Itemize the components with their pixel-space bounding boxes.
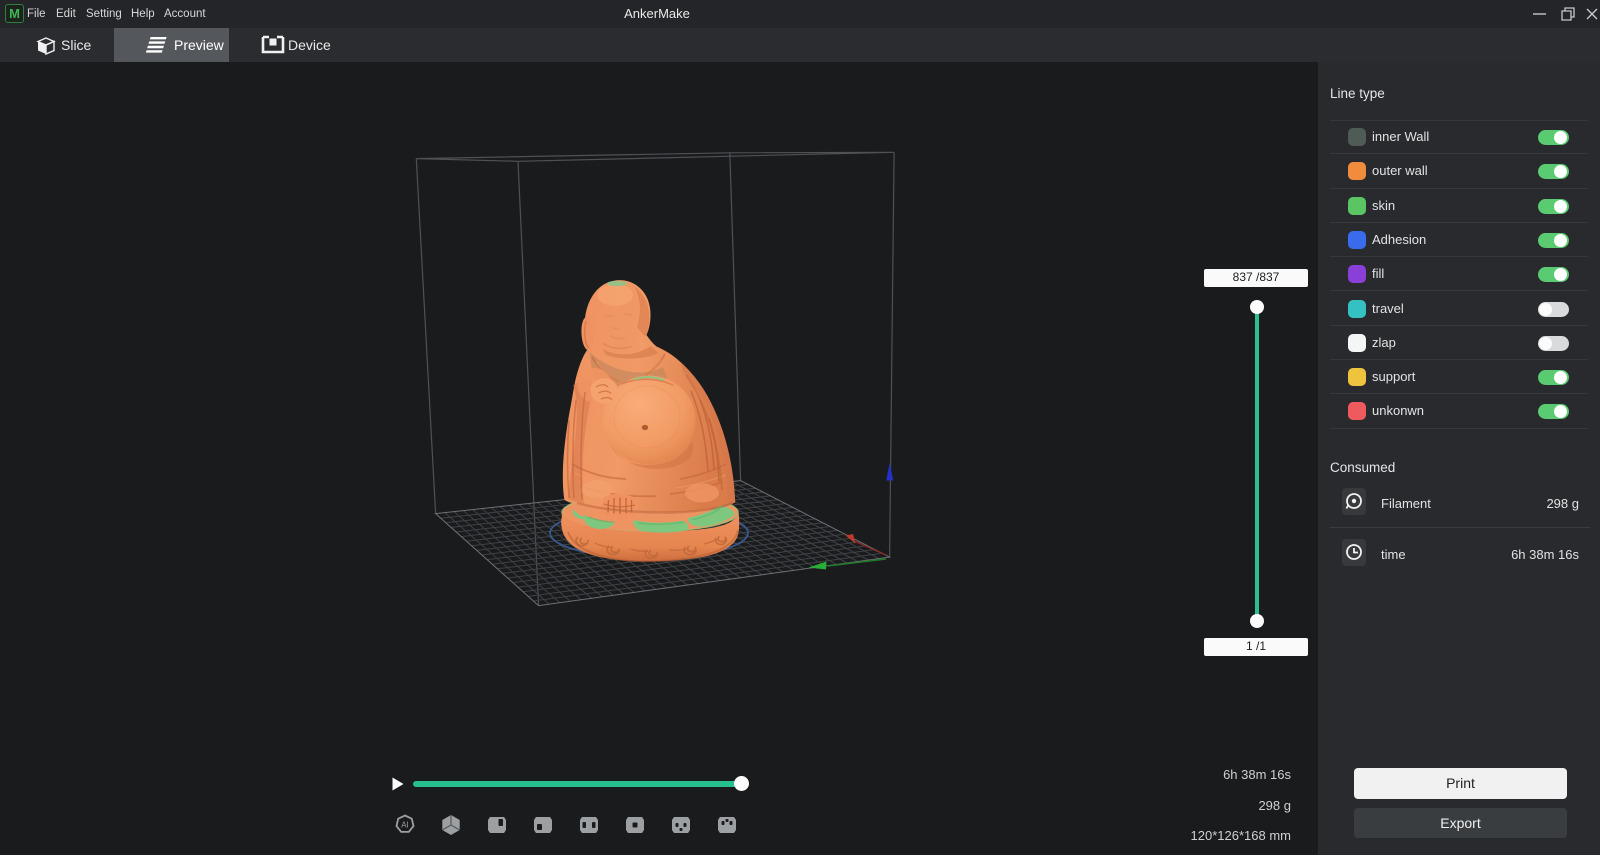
svg-text:AI: AI xyxy=(401,821,409,830)
